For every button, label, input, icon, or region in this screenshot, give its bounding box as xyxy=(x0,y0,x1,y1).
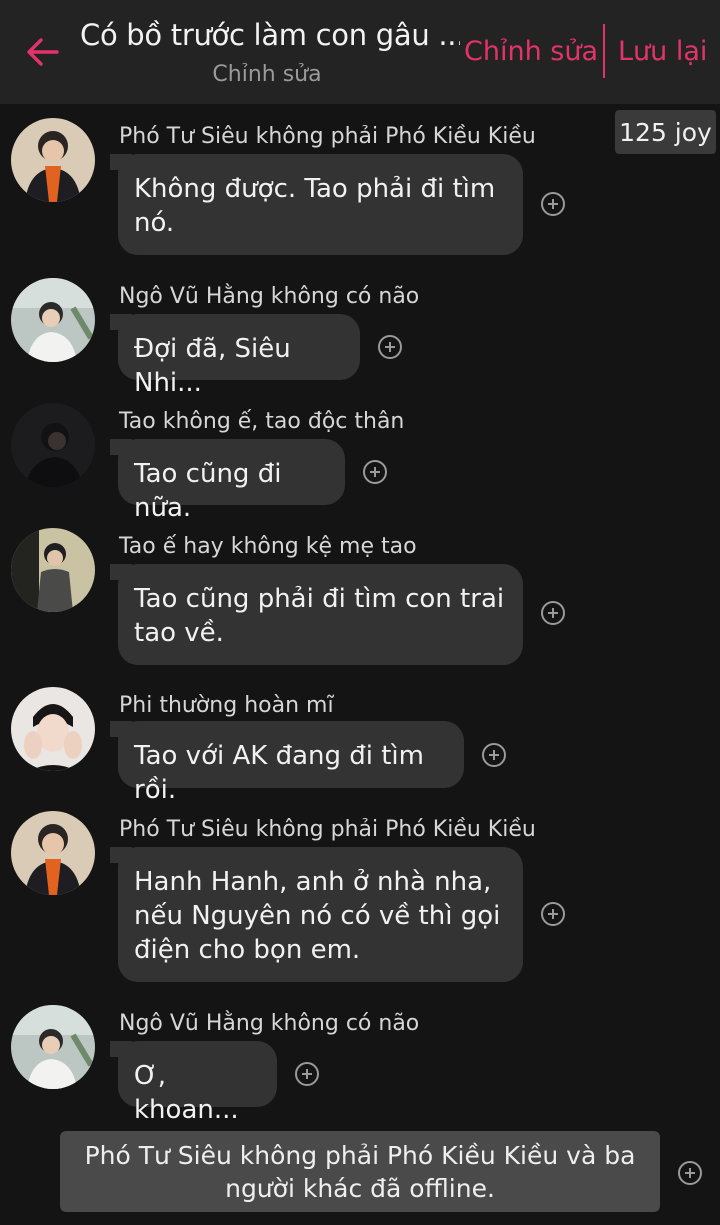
avatar[interactable] xyxy=(11,687,95,771)
message-text: Không được. Tao phải đi tìm nó. xyxy=(134,174,496,238)
save-button[interactable]: Lưu lại xyxy=(618,36,707,67)
message-bubble[interactable]: Tao cũng phải đi tìm con trai tao về. xyxy=(110,564,523,665)
message-item: Ngô Vũ Hằng không có não Ơ, khoan... xyxy=(0,1005,720,1125)
avatar[interactable] xyxy=(11,118,95,202)
add-reaction-icon[interactable] xyxy=(540,191,566,217)
add-reaction-icon[interactable] xyxy=(677,1160,703,1186)
sender-name: Phó Tư Siêu không phải Phó Kiều Kiều xyxy=(119,124,536,149)
edit-button[interactable]: Chỉnh sửa xyxy=(464,36,598,67)
message-item: Phó Tư Siêu không phải Phó Kiều Kiều Khô… xyxy=(0,118,720,258)
avatar[interactable] xyxy=(11,528,95,612)
message-item: Tao không ế, tao độc thân Tao cũng đi nữ… xyxy=(0,403,720,523)
avatar[interactable] xyxy=(11,1005,95,1089)
chat-title: Có bồ trước làm con gâu ... xyxy=(80,18,460,52)
message-bubble[interactable]: Hanh Hanh, anh ở nhà nha, nếu Nguyên nó … xyxy=(110,847,523,982)
message-text: Tao với AK đang đi tìm rồi. xyxy=(134,741,424,805)
message-bubble[interactable]: Không được. Tao phải đi tìm nó. xyxy=(110,154,523,255)
add-reaction-icon[interactable] xyxy=(481,742,507,768)
avatar-suit-icon xyxy=(11,528,95,612)
add-reaction-icon[interactable] xyxy=(540,901,566,927)
message-text: Tao cũng phải đi tìm con trai tao về. xyxy=(134,584,505,648)
message-item: Phó Tư Siêu không phải Phó Kiều Kiều Han… xyxy=(0,811,720,985)
message-bubble[interactable]: Tao với AK đang đi tìm rồi. xyxy=(110,721,464,805)
header-divider xyxy=(603,24,605,78)
add-reaction-icon[interactable] xyxy=(540,600,566,626)
message-item: Ngô Vũ Hằng không có não Đợi đã, Siêu Nh… xyxy=(0,278,720,398)
add-reaction-icon[interactable] xyxy=(294,1061,320,1087)
avatar-dark-icon xyxy=(11,403,95,487)
message-text: Đợi đã, Siêu Nhi... xyxy=(134,334,291,398)
sender-name: Ngô Vũ Hằng không có não xyxy=(119,1011,420,1036)
offline-notice: Phó Tư Siêu không phải Phó Kiều Kiều và … xyxy=(60,1131,660,1212)
message-text: Ơ, khoan... xyxy=(134,1061,239,1125)
arrow-left-icon xyxy=(27,38,59,66)
message-text: Hanh Hanh, anh ở nhà nha, nếu Nguyên nó … xyxy=(134,867,501,965)
message-item: Tao ế hay không kệ mẹ tao Tao cũng phải … xyxy=(0,528,720,668)
avatar-white-shirt-icon xyxy=(11,1005,95,1089)
avatar[interactable] xyxy=(11,278,95,362)
sender-name: Ngô Vũ Hằng không có não xyxy=(119,284,420,309)
app-header: Có bồ trước làm con gâu ... Chỉnh sửa Ch… xyxy=(0,0,720,104)
sender-name: Tao ế hay không kệ mẹ tao xyxy=(119,534,417,559)
message-bubble[interactable]: Ơ, khoan... xyxy=(110,1041,277,1125)
message-item: Phi thường hoàn mĩ Tao với AK đang đi tì… xyxy=(0,687,720,805)
back-button[interactable] xyxy=(22,30,62,74)
sender-name: Tao không ế, tao độc thân xyxy=(119,409,405,434)
sender-name: Phi thường hoàn mĩ xyxy=(119,693,334,718)
message-text: Tao cũng đi nữa. xyxy=(134,459,282,523)
avatar-orange-scarf-icon xyxy=(11,118,95,202)
message-bubble[interactable]: Đợi đã, Siêu Nhi... xyxy=(110,314,360,398)
avatar[interactable] xyxy=(11,811,95,895)
message-bubble[interactable]: Tao cũng đi nữa. xyxy=(110,439,345,523)
sender-name: Phó Tư Siêu không phải Phó Kiều Kiều xyxy=(119,817,536,842)
add-reaction-icon[interactable] xyxy=(377,334,403,360)
avatar-white-shirt-icon xyxy=(11,278,95,362)
chat-subtitle: Chỉnh sửa xyxy=(212,62,322,87)
avatar-orange-scarf-icon xyxy=(11,811,95,895)
avatar-hands-face-icon xyxy=(11,687,95,771)
avatar[interactable] xyxy=(11,403,95,487)
add-reaction-icon[interactable] xyxy=(362,459,388,485)
